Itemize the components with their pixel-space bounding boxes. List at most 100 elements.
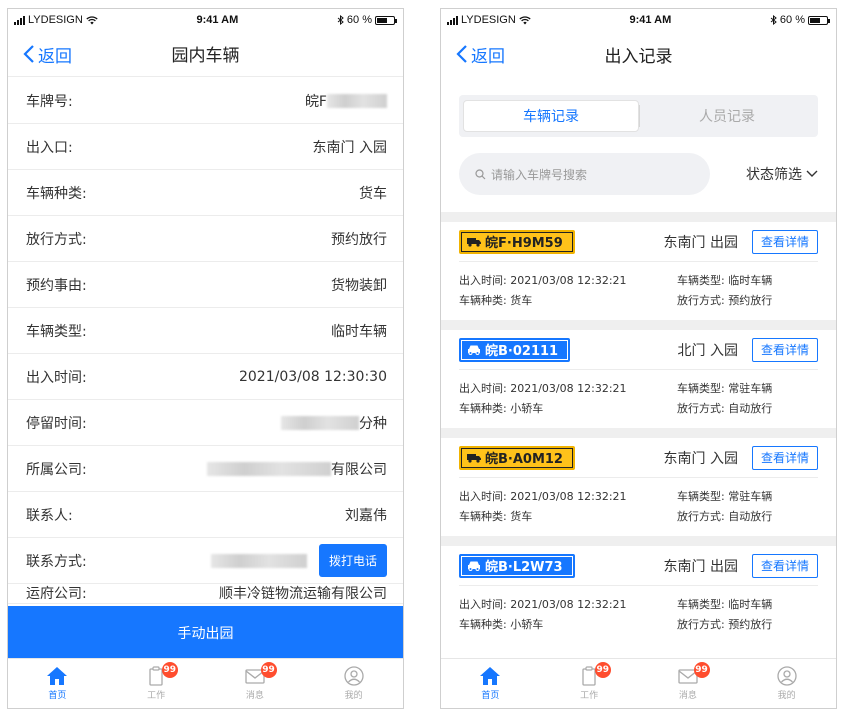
plate-badge: 皖B·02111 [459,337,571,362]
filter-label: 状态筛选 [746,167,802,183]
status-time: 9:41 AM [629,14,672,26]
list-item[interactable]: 皖F·H9M59 东南门 出园 查看详情 出入时间: 2021/03/08 12… [441,222,836,320]
type-label: 车辆类型: [677,382,725,395]
release-label: 放行方式: [677,294,725,307]
plate-search-input[interactable]: 请输入车牌号搜索 [459,153,710,195]
detail-row-phone: 联系方式: 拨打电话 [8,538,403,584]
carrier: LYDESIGN [461,14,516,26]
time-label: 出入时间: [459,598,507,611]
tab-profile[interactable]: 我的 [737,659,836,708]
detail-row-release-mode: 放行方式: 预约放行 [8,216,403,262]
home-icon [480,667,501,685]
kind-label: 车辆种类: [459,618,507,631]
battery-percent: 60 % [346,14,372,26]
list-separator [441,212,836,222]
detail-row-carrier-company: 运府公司: 顺丰冷链物流运输有限公司 [8,584,403,604]
vehicle-detail-list: 车牌号: 皖F 出入口: 东南门 入园 车辆种类: 货车 放行方式: 预约放行 … [8,78,403,604]
tab-label: 我的 [777,691,796,701]
type-value: 临时车辆 [728,598,773,611]
detail-row-company: 所属公司: 有限公司 [8,446,403,492]
user-icon [776,666,797,686]
time-value: 2021/03/08 12:32:21 [510,598,627,611]
plate-badge: 皖B·A0M12 [459,445,575,470]
view-details-button[interactable]: 查看详情 [751,553,818,578]
row-value: 临时车辆 [331,323,387,340]
detail-row-contact: 联系人: 刘嘉伟 [8,492,403,538]
row-value: 货车 [359,185,387,202]
time-label: 出入时间: [459,382,507,395]
chevron-down-icon [806,170,818,177]
row-value: 顺丰冷链物流运输有限公司 [219,586,387,602]
bluetooth-icon [770,15,777,25]
back-button[interactable]: 返回 [22,31,72,77]
tab-vehicle-records[interactable]: 车辆记录 [463,100,639,132]
list-item[interactable]: 皖B·A0M12 东南门 入园 查看详情 出入时间: 2021/03/08 12… [441,438,836,536]
bluetooth-icon [337,15,344,25]
release-label: 放行方式: [677,402,725,415]
row-label: 所属公司: [26,461,87,478]
tab-bar: 首页 99 工作 99 消息 我的 [441,658,836,708]
tab-bar: 首页 99 工作 99 消息 我的 [8,658,403,708]
kind-value: 货车 [510,510,533,523]
type-label: 车辆类型: [677,490,725,503]
release-value: 预约放行 [728,618,773,631]
view-details-button[interactable]: 查看详情 [751,445,818,470]
row-label: 联系方式: [26,553,87,570]
type-value: 常驻车辆 [728,490,773,503]
release-value: 自动放行 [728,510,773,523]
tab-home[interactable]: 首页 [441,659,540,708]
plate-number: 皖F·H9M59 [485,236,563,251]
time-value: 2021/03/08 12:32:21 [510,274,627,287]
plate-number: 皖B·A0M12 [485,452,563,467]
row-label: 车牌号: [26,93,73,110]
type-label: 车辆类型: [677,598,725,611]
back-label: 返回 [38,46,72,67]
tab-messages[interactable]: 99 消息 [639,659,738,708]
tab-label: 工作 [147,691,166,701]
view-details-button[interactable]: 查看详情 [751,229,818,254]
row-value: 有限公司 [331,461,387,478]
record-type-tabs: 车辆记录 人员记录 [459,95,818,137]
car-icon [468,345,480,355]
truck-icon [467,454,481,463]
list-item[interactable]: 皖B·L2W73 东南门 出园 查看详情 出入时间: 2021/03/08 12… [441,546,836,644]
list-separator [441,536,836,546]
kind-label: 车辆种类: [459,294,507,307]
tab-label: 消息 [678,691,697,701]
row-label: 车辆种类: [26,185,87,202]
plate-number: 皖B·L2W73 [485,560,563,575]
redacted-duration [281,415,359,430]
detail-row-plate: 车牌号: 皖F [8,78,403,124]
time-label: 出入时间: [459,490,507,503]
tab-people-records[interactable]: 人员记录 [640,100,814,132]
battery-icon [807,15,830,25]
detail-row-stay-duration: 停留时间: 分种 [8,400,403,446]
release-value: 预约放行 [728,294,773,307]
call-button[interactable]: 拨打电话 [318,544,387,577]
row-label: 预约事由: [26,277,87,294]
status-filter-dropdown[interactable]: 状态筛选 [710,164,818,184]
list-item[interactable]: 皖B·02111 北门 入园 查看详情 出入时间: 2021/03/08 12:… [441,330,836,428]
tab-home[interactable]: 首页 [8,659,107,708]
kind-value: 小轿车 [510,618,544,631]
kind-label: 车辆种类: [459,402,507,415]
plate-badge: 皖B·L2W73 [459,553,575,578]
manual-exit-button[interactable]: 手动出园 [8,606,403,660]
row-label: 出入口: [26,139,73,156]
detail-row-reason: 预约事由: 货物装卸 [8,262,403,308]
wifi-icon [86,15,98,24]
tab-profile[interactable]: 我的 [304,659,403,708]
row-label: 联系人: [26,507,73,524]
release-label: 放行方式: [677,618,725,631]
release-value: 自动放行 [728,402,773,415]
tab-work[interactable]: 99 工作 [107,659,206,708]
tab-messages[interactable]: 99 消息 [206,659,305,708]
row-label: 出入时间: [26,369,87,386]
back-button[interactable]: 返回 [455,31,505,77]
back-label: 返回 [471,46,505,67]
signal-icon [447,15,458,25]
view-details-button[interactable]: 查看详情 [751,337,818,362]
row-value: 刘嘉伟 [345,507,387,524]
detail-row-time: 出入时间: 2021/03/08 12:30:30 [8,354,403,400]
tab-work[interactable]: 99 工作 [540,659,639,708]
